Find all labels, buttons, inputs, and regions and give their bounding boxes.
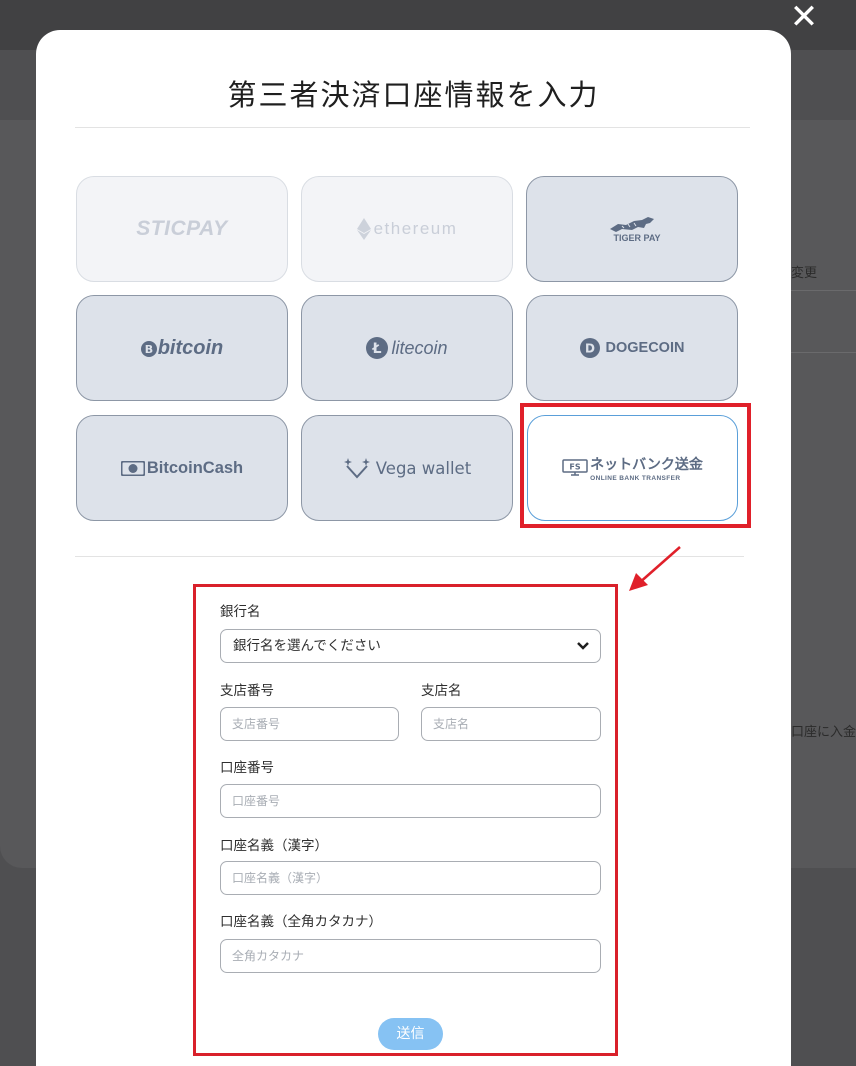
- payment-tile-dogecoin[interactable]: D DOGECOIN: [526, 295, 738, 401]
- vega-wallet-logo: Vega wallet: [375, 458, 472, 478]
- payment-tile-bitcoincash[interactable]: BitcoinCash: [76, 415, 288, 521]
- bank-name-label: 銀行名: [220, 604, 261, 620]
- bitcoin-icon: B: [140, 341, 157, 357]
- dogecoin-icon: D: [579, 338, 600, 358]
- payment-tile-tigerpay[interactable]: TIGER PAY: [526, 176, 738, 282]
- background-divider: [790, 352, 856, 353]
- svg-text:D: D: [585, 342, 595, 356]
- ethereum-icon: [356, 218, 371, 240]
- account-name-kana-label: 口座名義（全角カタカナ）: [220, 914, 382, 930]
- svg-text:FS: FS: [570, 463, 581, 472]
- payment-tile-ethereum[interactable]: ethereum: [301, 176, 513, 282]
- online-bank-transfer-subtitle: ONLINE BANK TRANSFER: [590, 475, 681, 482]
- sticpay-logo: STICPAY: [136, 217, 228, 240]
- payment-tile-litecoin[interactable]: Ł litecoin: [301, 295, 513, 401]
- bank-name-select-value: 銀行名を選んでください: [233, 638, 381, 654]
- litecoin-logo: litecoin: [391, 337, 448, 358]
- payment-tile-vega-wallet[interactable]: Vega wallet: [301, 415, 513, 521]
- branch-name-input[interactable]: [421, 707, 601, 741]
- account-name-kana-input[interactable]: [220, 939, 601, 973]
- branch-number-label: 支店番号: [220, 683, 274, 699]
- payment-tile-sticpay[interactable]: STICPAY: [76, 176, 288, 282]
- dogecoin-logo: DOGECOIN: [605, 340, 685, 356]
- bitcoincash-logo: BitcoinCash: [146, 458, 244, 477]
- chevron-down-icon: [577, 642, 589, 650]
- bitcoin-logo: bitcoin: [157, 336, 224, 359]
- svg-text:B: B: [145, 343, 153, 356]
- branch-number-input[interactable]: [220, 707, 399, 741]
- background-divider: [790, 290, 856, 291]
- account-name-kanji-label: 口座名義（漢字）: [220, 838, 328, 854]
- vega-icon: [343, 458, 370, 479]
- payment-tile-bitcoin[interactable]: B bitcoin: [76, 295, 288, 401]
- branch-name-label: 支店名: [421, 683, 462, 699]
- tiger-icon: [609, 217, 654, 232]
- modal-title: 第三者決済口座情報を入力: [227, 78, 600, 112]
- payment-tile-online-bank-transfer[interactable]: FS ネットバンク送金 ONLINE BANK TRANSFER: [527, 415, 738, 521]
- background-change-text: 変更: [791, 266, 818, 281]
- tigerpay-logo: TIGER PAY: [613, 233, 661, 243]
- account-number-input[interactable]: [220, 784, 601, 818]
- ethereum-logo: ethereum: [373, 219, 458, 238]
- background-deposit-text: 口座に入金さ: [791, 725, 856, 740]
- litecoin-icon: Ł: [366, 337, 389, 359]
- account-number-label: 口座番号: [220, 760, 274, 776]
- account-name-kanji-input[interactable]: [220, 861, 601, 895]
- online-bank-transfer-title: ネットバンク送金: [590, 457, 703, 473]
- bank-name-select[interactable]: 銀行名を選んでください: [220, 629, 601, 663]
- svg-text:Ł: Ł: [372, 341, 382, 357]
- submit-button[interactable]: 送信: [378, 1018, 443, 1050]
- close-icon[interactable]: ✕: [786, 0, 822, 34]
- annotation-arrow-icon: [629, 546, 681, 591]
- bitcoincash-icon: [120, 460, 145, 476]
- title-divider: [75, 127, 750, 128]
- bank-monitor-icon: FS: [562, 459, 588, 476]
